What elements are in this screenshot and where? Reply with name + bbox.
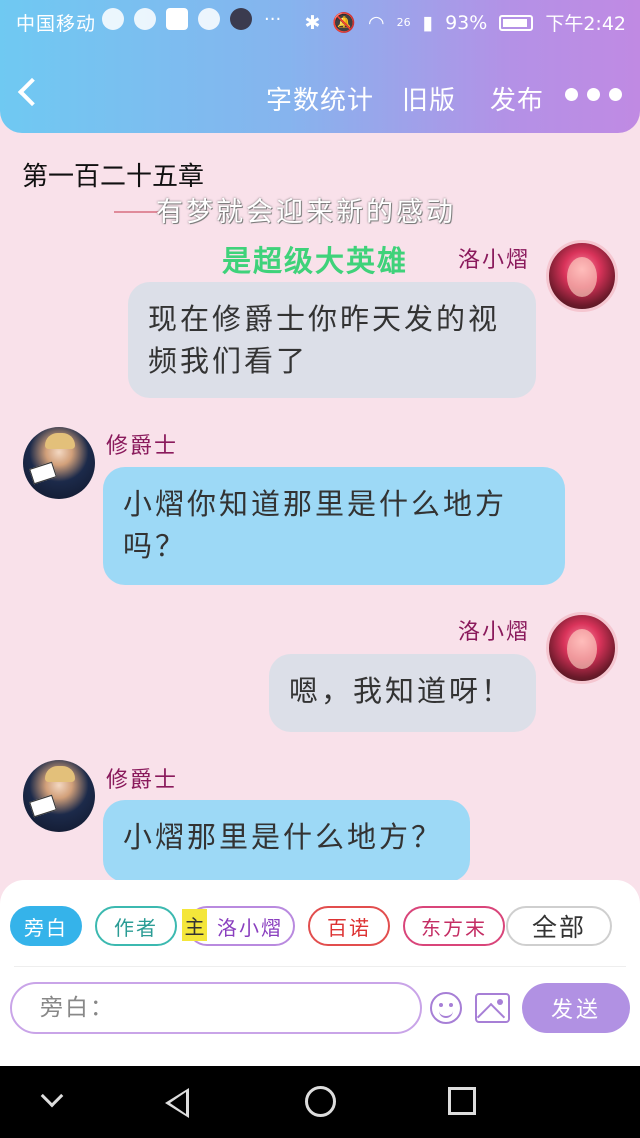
signal-icon: ▮ — [422, 11, 434, 34]
avatar[interactable] — [546, 612, 618, 684]
banner-text-2: 是超级大英雄 — [222, 244, 409, 278]
nav-recents-icon[interactable] — [448, 1087, 476, 1115]
banner-text-1: 有梦就会迎来新的感动 — [156, 197, 456, 228]
role-chip-all[interactable]: 全部 — [506, 906, 612, 946]
youku-icon — [166, 8, 188, 30]
bluetooth-icon: ✱ — [304, 11, 321, 34]
message-bubble[interactable]: 现在修爵士你昨天发的视频我们看了 — [128, 282, 536, 398]
app-header: 中国移动 ··· ✱ 🔕 ◠ 26 ▮ 93% 下午2:42 字数统计 旧版 发… — [0, 0, 640, 133]
mute-icon: 🔕 — [332, 12, 357, 34]
more-notifications-icon: ··· — [264, 8, 282, 30]
role-chip-dongfang[interactable]: 东方末 — [403, 906, 505, 946]
speaker-name: 洛小熠 — [458, 620, 531, 645]
avatar[interactable] — [23, 760, 95, 832]
nav-back-icon[interactable] — [165, 1088, 189, 1118]
avatar[interactable] — [546, 240, 618, 312]
browser-icon — [198, 8, 220, 30]
message-bubble[interactable]: 小熠那里是什么地方？ — [103, 800, 470, 882]
word-count-button[interactable]: 字数统计 — [266, 80, 374, 117]
image-icon[interactable] — [475, 993, 510, 1023]
speaker-name: 洛小熠 — [458, 248, 531, 273]
network-type: 26 — [396, 16, 411, 29]
carrier-label: 中国移动 — [16, 13, 97, 35]
battery-icon — [499, 14, 534, 31]
qq-icon — [134, 8, 156, 30]
role-chip-author[interactable]: 作者 — [95, 906, 177, 946]
divider — [14, 966, 626, 967]
main-character-badge: 主 — [182, 909, 207, 941]
chevron-down-icon[interactable] — [40, 1084, 64, 1108]
battery-percent: 93% — [445, 11, 488, 34]
avatar[interactable] — [23, 427, 95, 499]
speaker-name: 修爵士 — [106, 768, 179, 793]
globe-icon — [102, 8, 124, 30]
message-bubble[interactable]: 小熠你知道那里是什么地方吗？ — [103, 467, 565, 585]
role-chip-bainuo[interactable]: 百诺 — [308, 906, 390, 946]
role-chip-lead-label: 洛小熠 — [217, 915, 283, 940]
system-nav-bar — [0, 1066, 640, 1138]
message-input[interactable] — [10, 982, 422, 1034]
system-status: ✱ 🔕 ◠ 26 ▮ 93% 下午2:42 — [304, 9, 626, 36]
status-bar: 中国移动 ··· ✱ 🔕 ◠ 26 ▮ 93% 下午2:42 — [0, 0, 640, 44]
send-button[interactable]: 发送 — [522, 983, 630, 1033]
tiktok-icon — [230, 8, 252, 30]
chapter-title: 第一百二十五章 — [22, 162, 205, 192]
decorative-line — [114, 211, 160, 213]
notification-icons: ··· — [102, 8, 281, 30]
publish-button[interactable]: 发布 — [490, 80, 544, 117]
emoji-icon[interactable] — [430, 992, 462, 1024]
clock: 下午2:42 — [545, 13, 626, 35]
old-version-button[interactable]: 旧版 — [402, 80, 456, 117]
nav-home-icon[interactable] — [305, 1086, 336, 1117]
back-arrow-icon[interactable] — [17, 77, 47, 107]
speaker-name: 修爵士 — [106, 434, 179, 459]
message-bubble[interactable]: 嗯，我知道呀！ — [269, 654, 536, 732]
role-chip-narration[interactable]: 旁白 — [10, 906, 82, 946]
more-options-icon[interactable] — [565, 88, 622, 101]
wifi-icon: ◠ — [368, 11, 385, 34]
